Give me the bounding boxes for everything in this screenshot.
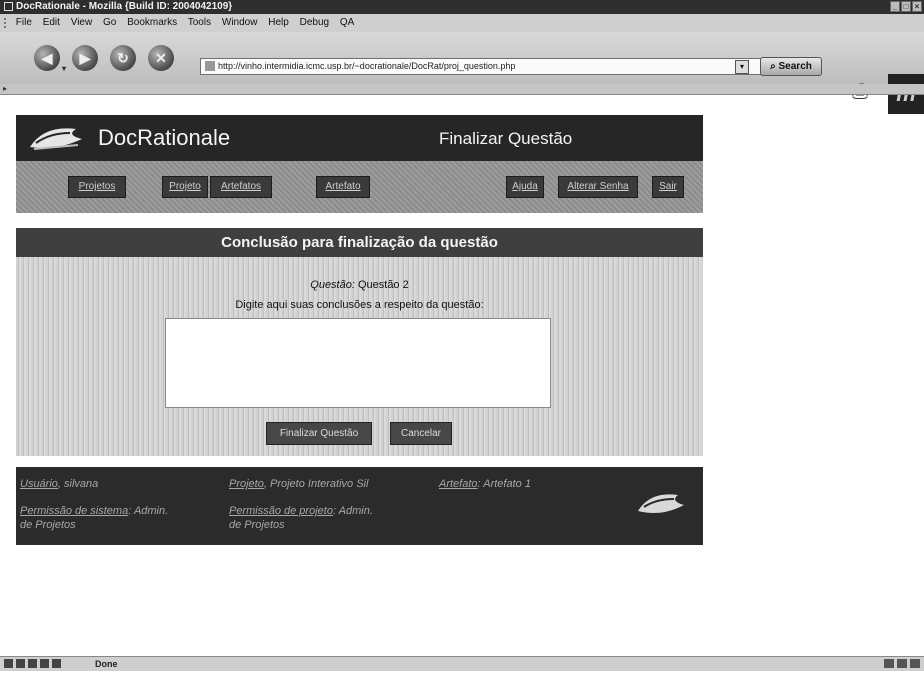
composer-icon[interactable] — [28, 659, 37, 668]
back-arrow-icon: ◀ — [41, 50, 53, 66]
status-bar: Done — [0, 656, 924, 671]
nav-artefato-button[interactable]: Artefato — [316, 176, 370, 198]
perm-projeto-link[interactable]: Permissão de projeto — [229, 505, 333, 517]
perm-sistema-value-1: Admin. — [133, 505, 169, 517]
projeto-value: Projeto Interativo Sil — [269, 478, 369, 490]
question-label: Questão: — [310, 279, 355, 291]
nav-sair-button[interactable]: Sair — [652, 176, 684, 198]
chat-icon[interactable] — [52, 659, 61, 668]
app-title: DocRationale — [98, 125, 231, 150]
search-icon: ⌕ — [770, 61, 776, 72]
menu-file[interactable]: File — [16, 17, 32, 28]
menubar-grip[interactable] — [4, 18, 10, 28]
component-bar — [4, 659, 61, 668]
url-text[interactable]: http://vinho.intermidia.icmc.usp.br/~doc… — [218, 61, 515, 71]
conclusion-prompt: Digite aqui suas conclusões a respeito d… — [235, 299, 484, 311]
window-titlebar: DocRationale - Mozilla {Build ID: 200404… — [0, 0, 924, 14]
minimize-icon[interactable]: _ — [890, 1, 900, 12]
artefato-link[interactable]: Artefato — [439, 478, 478, 490]
close-icon[interactable]: × — [912, 1, 922, 12]
nav-projeto-button[interactable]: Projeto — [162, 176, 208, 198]
security-icon — [897, 659, 907, 668]
page-header: DocRationale Finalizar Questão — [16, 115, 703, 161]
nav-projetos-button[interactable]: Projetos — [68, 176, 126, 198]
stop-icon: ✕ — [155, 50, 167, 66]
forward-arrow-icon: ▶ — [79, 50, 91, 66]
menu-bookmarks[interactable]: Bookmarks — [127, 17, 177, 28]
perm-sistema-link[interactable]: Permissão de sistema — [20, 505, 128, 517]
online-status-icon[interactable] — [884, 659, 894, 668]
footer-artefato: Artefato: Artefato 1 — [439, 478, 531, 490]
usuario-value: silvana — [64, 478, 99, 490]
conclusion-form: Questão: Questão 2 Digite aqui suas conc… — [16, 257, 703, 456]
footer-usuario: Usuário, silvana — [20, 478, 99, 490]
footer-projeto: Projeto, Projeto Interativo Sil — [229, 478, 369, 490]
navigator-icon[interactable] — [4, 659, 13, 668]
finalizar-questao-button[interactable]: Finalizar Questão — [266, 422, 372, 445]
menubar: File Edit View Go Bookmarks Tools Window… — [0, 14, 924, 33]
url-dropdown-icon[interactable]: ▾ — [735, 60, 749, 74]
projeto-link[interactable]: Projeto — [229, 478, 264, 490]
usuario-link[interactable]: Usuário — [20, 478, 58, 490]
docrationale-footer-logo — [638, 494, 684, 513]
footer-perm-sistema: Permissão de sistema: Admin. de Projetos — [20, 505, 169, 531]
back-dropdown-icon[interactable]: ▾ — [62, 65, 66, 73]
toolbar-collapse-icon[interactable]: ▸ — [3, 84, 7, 94]
footer-info: Usuário, silvana Projeto, Projeto Intera… — [16, 467, 703, 545]
nav-alterar-senha-button[interactable]: Alterar Senha — [558, 176, 638, 198]
nav-artefatos-button[interactable]: Artefatos — [210, 176, 272, 198]
menu-view[interactable]: View — [71, 17, 93, 28]
menu-help[interactable]: Help — [268, 17, 289, 28]
app-icon — [4, 2, 13, 11]
menu-go[interactable]: Go — [103, 17, 116, 28]
question-value: Questão 2 — [357, 279, 409, 291]
artefato-value: Artefato 1 — [483, 478, 531, 490]
page-icon — [205, 61, 215, 71]
mail-icon[interactable] — [16, 659, 25, 668]
section-title: Conclusão para finalização da questão — [16, 228, 703, 257]
reload-button[interactable]: ↻ — [110, 45, 136, 71]
status-indicators — [884, 659, 920, 668]
menu-qa[interactable]: QA — [340, 17, 354, 28]
page-navigation: Projetos Projeto Artefatos Artefato Ajud… — [16, 161, 703, 213]
network-icon — [910, 659, 920, 668]
question-line: Questão: Questão 2 — [16, 279, 703, 291]
docrationale-logo — [30, 128, 82, 150]
perm-projeto-value-2: de Projetos — [229, 519, 285, 531]
address-book-icon[interactable] — [40, 659, 49, 668]
maximize-icon[interactable]: □ — [901, 1, 911, 12]
search-button[interactable]: ⌕ Search — [760, 57, 822, 76]
window-controls: _ □ × — [890, 1, 922, 12]
stop-button[interactable]: ✕ — [148, 45, 174, 71]
page-title: Finalizar Questão — [439, 129, 573, 148]
menu-debug[interactable]: Debug — [300, 17, 329, 28]
perm-projeto-value-1: Admin. — [338, 505, 373, 517]
menu-tools[interactable]: Tools — [188, 17, 211, 28]
conclusion-textarea[interactable] — [165, 318, 551, 408]
window-title: DocRationale - Mozilla {Build ID: 200404… — [16, 1, 233, 12]
nav-ajuda-button[interactable]: Ajuda — [506, 176, 544, 198]
reload-icon: ↻ — [117, 50, 129, 66]
search-label: Search — [778, 61, 812, 72]
footer-perm-projeto: Permissão de projeto: Admin. de Projetos — [229, 505, 373, 531]
menu-window[interactable]: Window — [222, 17, 258, 28]
status-text: Done — [95, 659, 118, 669]
cancelar-button[interactable]: Cancelar — [390, 422, 452, 445]
perm-sistema-value-2: de Projetos — [20, 519, 76, 531]
forward-button[interactable]: ▶ — [72, 45, 98, 71]
url-bar[interactable]: http://vinho.intermidia.icmc.usp.br/~doc… — [200, 58, 773, 75]
menu-edit[interactable]: Edit — [43, 17, 60, 28]
personal-toolbar: ▸ — [0, 84, 924, 95]
back-button[interactable]: ◀ ▾ — [34, 45, 66, 73]
